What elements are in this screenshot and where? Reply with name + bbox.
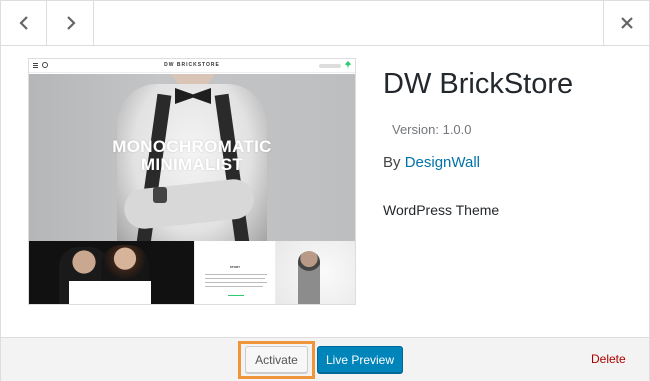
screenshot-header: DW BRICKSTORE <box>29 59 355 73</box>
previous-theme-button[interactable] <box>1 1 47 45</box>
story-link <box>228 295 244 296</box>
close-modal-button[interactable] <box>603 1 649 45</box>
theme-description: WordPress Theme <box>383 202 500 218</box>
couple-photo <box>29 241 194 304</box>
author-link[interactable]: DesignWall <box>405 154 480 171</box>
screenshot-bottom-row: STORY <box>29 241 355 304</box>
model-photo <box>276 241 355 304</box>
story-heading: STORY <box>229 265 241 269</box>
theme-screenshot: DW BRICKSTORE MONOCHROMATIC MINIMALIST S… <box>28 58 356 305</box>
close-icon <box>620 17 633 29</box>
live-preview-button[interactable]: Live Preview <box>317 346 403 373</box>
theme-name: DW BrickStore <box>383 68 574 100</box>
hero-line-1: MONOCHROMATIC <box>112 137 272 156</box>
theme-version: Version: 1.0.0 <box>392 122 472 137</box>
delete-button[interactable]: Delete <box>591 352 626 366</box>
author-prefix: By <box>383 154 401 171</box>
hero-line-2: MINIMALIST <box>140 155 244 174</box>
theme-author: By DesignWall <box>383 154 480 171</box>
screenshot-pill <box>319 64 341 68</box>
story-block: STORY <box>194 241 276 304</box>
watch-graphic <box>153 187 167 203</box>
hero-headline: MONOCHROMATIC MINIMALIST <box>29 138 355 174</box>
activate-button[interactable]: Activate <box>245 346 308 373</box>
theme-details-modal: DW BRICKSTORE MONOCHROMATIC MINIMALIST S… <box>0 0 650 381</box>
screenshot-hero: MONOCHROMATIC MINIMALIST <box>29 74 355 241</box>
chevron-right-icon <box>66 16 76 30</box>
modal-header <box>1 1 649 46</box>
chevron-left-icon <box>18 16 28 30</box>
screenshot-brand: DW BRICKSTORE <box>164 62 220 68</box>
next-theme-button[interactable] <box>48 1 94 45</box>
